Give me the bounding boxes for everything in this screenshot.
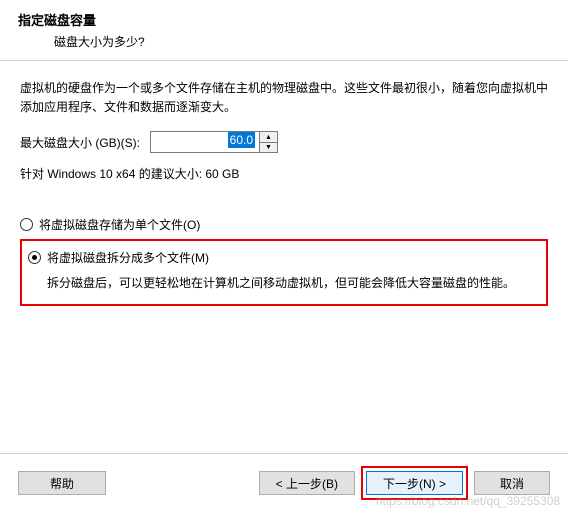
cancel-button[interactable]: 取消 [474, 471, 550, 495]
option-split-label: 将虚拟磁盘拆分成多个文件(M) [47, 249, 209, 266]
disk-size-input-wrap: 60.0 ▲ ▼ [150, 131, 278, 153]
option-single-label: 将虚拟磁盘存储为单个文件(O) [39, 216, 200, 233]
next-button[interactable]: 下一步(N) > [366, 471, 463, 495]
spinner-up-button[interactable]: ▲ [260, 132, 277, 143]
back-button[interactable]: < 上一步(B) [259, 471, 355, 495]
next-button-highlight: 下一步(N) > [361, 466, 468, 500]
option-split-description: 拆分磁盘后，可以更轻松地在计算机之间移动虚拟机，但可能会降低大容量磁盘的性能。 [28, 270, 540, 293]
option-single-file[interactable]: 将虚拟磁盘存储为单个文件(O) [20, 212, 548, 237]
wizard-header: 指定磁盘容量 磁盘大小为多少? [0, 0, 568, 61]
option-split-files[interactable]: 将虚拟磁盘拆分成多个文件(M) [28, 245, 540, 270]
option-split-highlight: 将虚拟磁盘拆分成多个文件(M) 拆分磁盘后，可以更轻松地在计算机之间移动虚拟机，… [20, 239, 548, 305]
wizard-footer: 帮助 < 上一步(B) 下一步(N) > 取消 [0, 453, 568, 500]
page-subtitle: 磁盘大小为多少? [18, 33, 550, 50]
nav-button-group: < 上一步(B) 下一步(N) > 取消 [259, 466, 550, 500]
disk-size-spinner: ▲ ▼ [260, 131, 278, 153]
recommendation-text: 针对 Windows 10 x64 的建议大小: 60 GB [20, 165, 548, 182]
radio-icon [28, 251, 41, 264]
help-button[interactable]: 帮助 [18, 471, 106, 495]
disk-size-row: 最大磁盘大小 (GB)(S): 60.0 ▲ ▼ [20, 131, 548, 153]
disk-size-input[interactable]: 60.0 [150, 131, 260, 153]
page-title: 指定磁盘容量 [18, 10, 550, 29]
spinner-down-button[interactable]: ▼ [260, 143, 277, 153]
description-text: 虚拟机的硬盘作为一个或多个文件存储在主机的物理磁盘中。这些文件最初很小，随着您向… [20, 79, 548, 117]
wizard-content: 虚拟机的硬盘作为一个或多个文件存储在主机的物理磁盘中。这些文件最初很小，随着您向… [0, 61, 568, 306]
radio-icon [20, 218, 33, 231]
disk-size-label: 最大磁盘大小 (GB)(S): [20, 134, 140, 151]
